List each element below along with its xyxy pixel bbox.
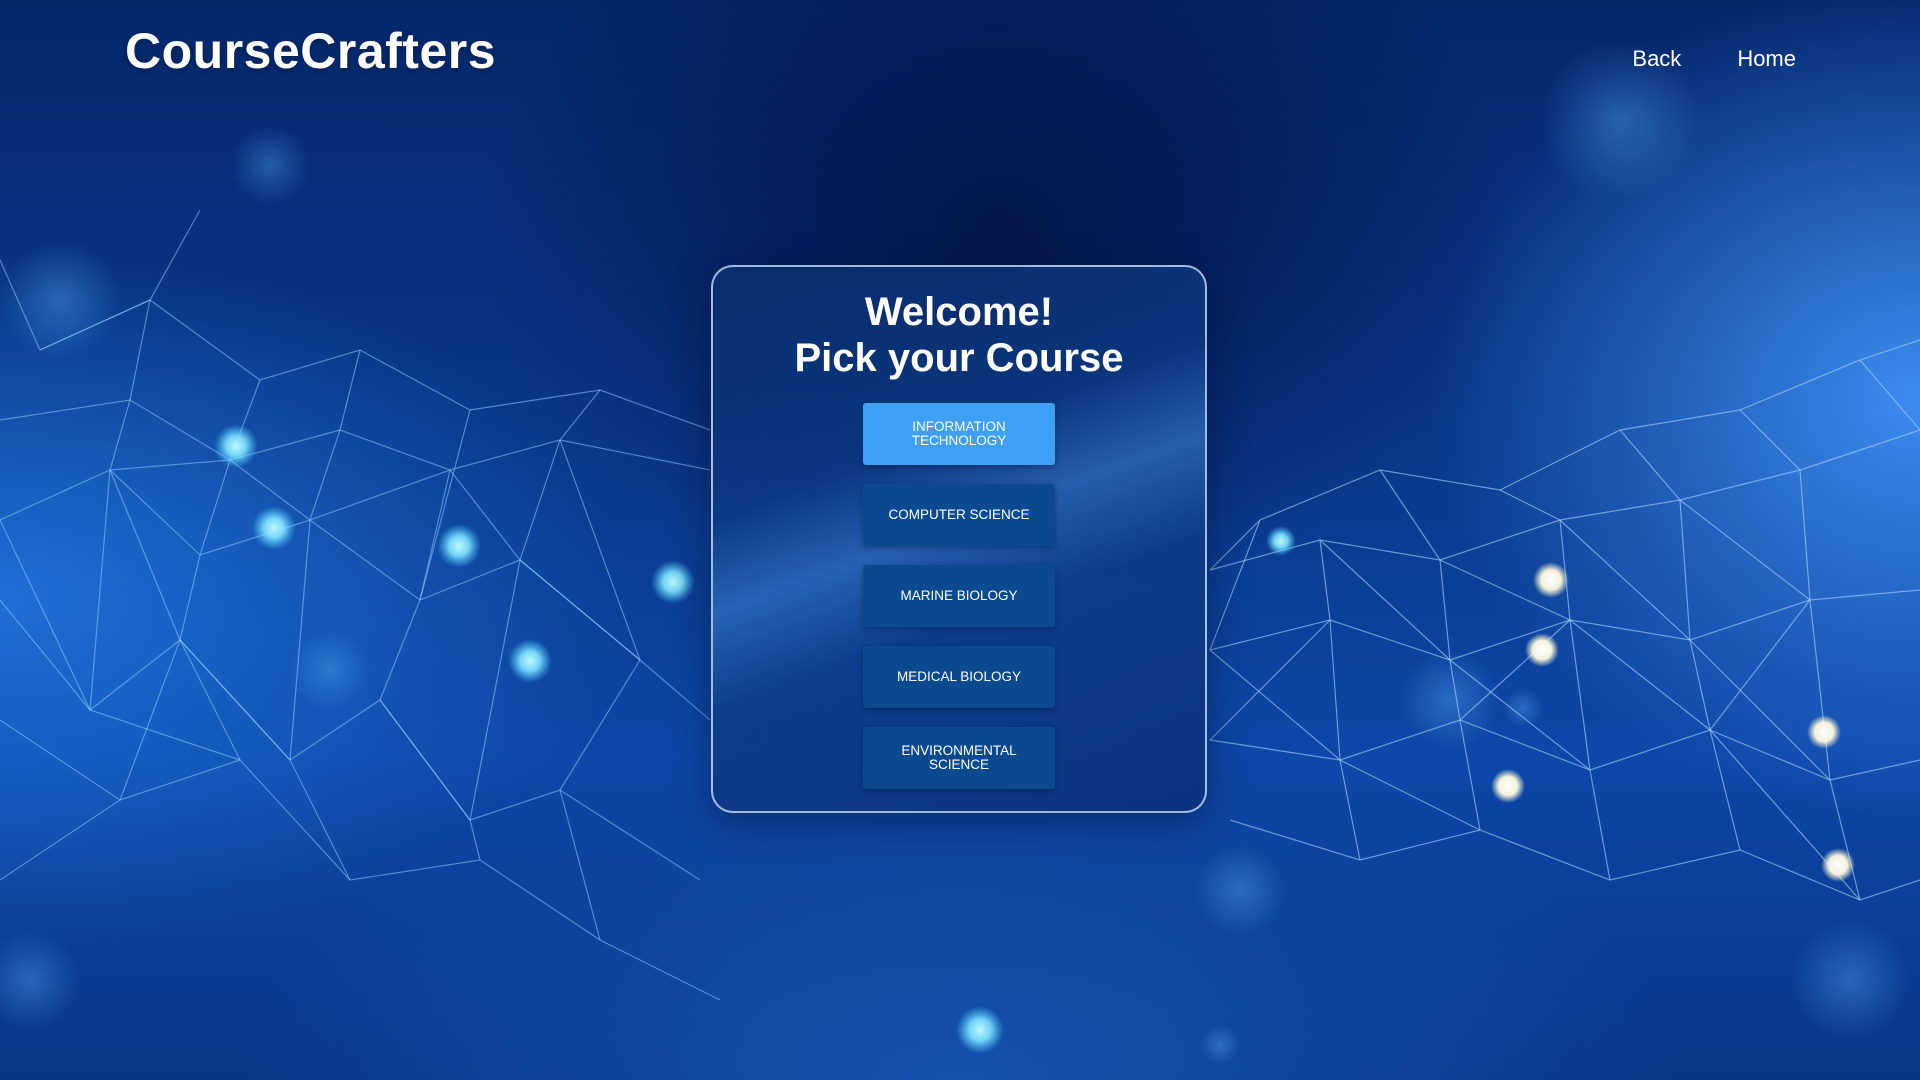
pick-course-heading: Pick your Course — [794, 336, 1124, 380]
course-picker-card: Welcome! Pick your Course INFORMATION TE… — [711, 265, 1207, 813]
top-nav: Back Home — [1632, 46, 1796, 72]
nav-home-link[interactable]: Home — [1737, 46, 1796, 72]
course-button-computer-science[interactable]: COMPUTER SCIENCE — [863, 484, 1055, 546]
card-title: Welcome! Pick your Course — [713, 289, 1205, 381]
brand-logo[interactable]: CourseCrafters — [125, 22, 496, 80]
course-picker-page: CourseCrafters Back Home Welcome! Pick y… — [0, 0, 1920, 1080]
course-button-information-technology[interactable]: INFORMATION TECHNOLOGY — [863, 403, 1055, 465]
course-button-marine-biology[interactable]: MARINE BIOLOGY — [863, 565, 1055, 627]
course-button-environmental-science[interactable]: ENVIRONMENTAL SCIENCE — [863, 727, 1055, 789]
welcome-heading: Welcome! — [864, 290, 1054, 334]
right-network-mesh — [1209, 339, 1920, 901]
course-list: INFORMATION TECHNOLOGY COMPUTER SCIENCE … — [713, 403, 1205, 789]
course-button-medical-biology[interactable]: MEDICAL BIOLOGY — [863, 646, 1055, 708]
nav-back-link[interactable]: Back — [1632, 46, 1681, 72]
